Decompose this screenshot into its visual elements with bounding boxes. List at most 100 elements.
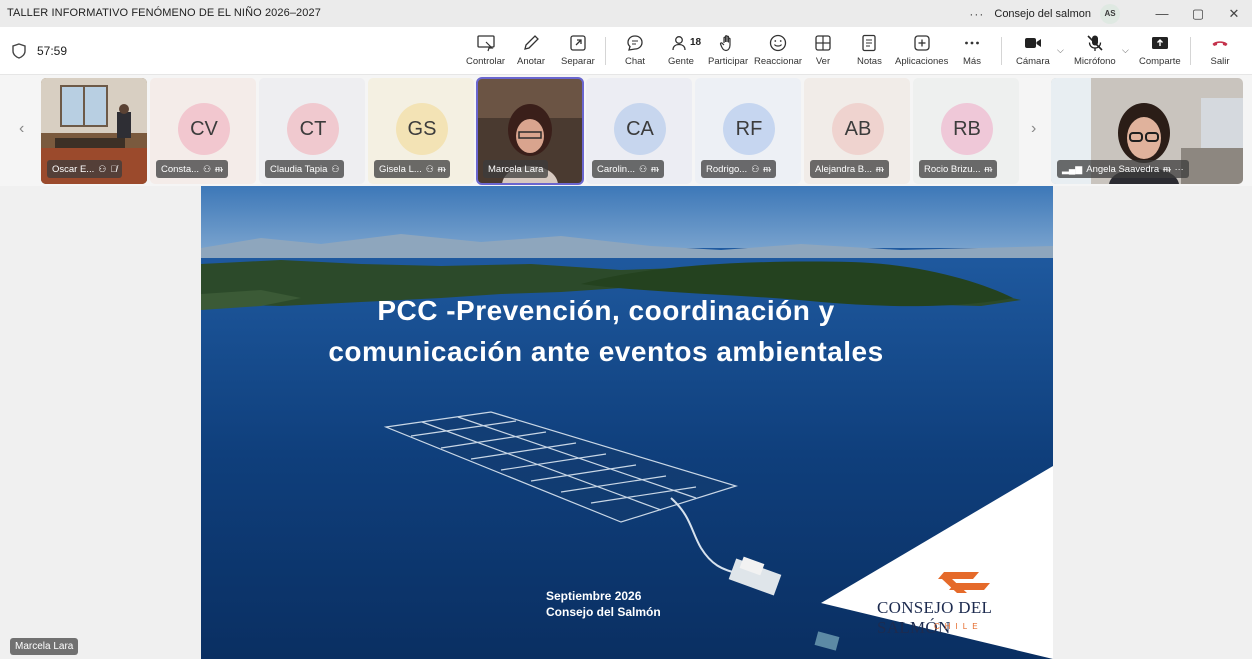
- logo-text: CONSEJO DEL SALMÓN: [877, 598, 992, 637]
- presenter-icon: ⚇: [331, 163, 340, 174]
- grid-icon: [815, 35, 831, 51]
- people-count: 18: [690, 37, 702, 48]
- participant-name-tag: Consta... ⚇ ᵯ: [156, 160, 228, 178]
- camera-button[interactable]: Cámara: [1016, 33, 1050, 67]
- chat-icon: [627, 35, 643, 51]
- people-icon: [672, 36, 686, 51]
- notes-button[interactable]: Notas: [857, 33, 882, 67]
- participant-tile-marcela[interactable]: Marcela Lara: [476, 77, 584, 185]
- mic-off-icon: ᵯ: [1163, 164, 1171, 174]
- annotate-label: Anotar: [517, 56, 545, 67]
- shared-slide: PCC -Prevención, coordinación y comunica…: [201, 186, 1053, 659]
- participant-tile-gisela[interactable]: GS Gisela L... ⚇ ᵯ: [368, 78, 474, 184]
- control-button[interactable]: Controlar: [466, 33, 505, 67]
- slide-title: PCC -Prevención, coordinación y comunica…: [201, 290, 1011, 372]
- more-options-icon[interactable]: ···: [969, 7, 984, 21]
- avatar[interactable]: AS: [1100, 3, 1120, 24]
- more-button[interactable]: Más: [962, 33, 982, 67]
- share-button[interactable]: Comparte: [1139, 33, 1181, 67]
- mic-options-chevron-icon[interactable]: ⌵: [1122, 45, 1129, 56]
- camera-icon: [1024, 38, 1041, 48]
- control-label: Controlar: [466, 56, 506, 67]
- pen-icon: [524, 35, 539, 50]
- participant-name: Marcela Lara: [488, 163, 544, 175]
- participant-tile-carolina[interactable]: CA Carolin... ⚇ ᵯ: [586, 78, 692, 184]
- microphone-label: Micrófono: [1074, 56, 1116, 67]
- popout-label: Separar: [561, 56, 595, 67]
- shield-icon: [12, 43, 26, 59]
- participant-name: Oscar E...: [52, 163, 95, 175]
- participant-initials-avatar: RB: [941, 103, 993, 155]
- apps-button[interactable]: Aplicaciones: [895, 33, 948, 67]
- restore-button[interactable]: ▢: [1180, 0, 1216, 27]
- slide-date: Septiembre 2026: [546, 589, 642, 603]
- participant-name: Alejandra B...: [815, 163, 873, 175]
- presenter-icon: ⚇: [425, 163, 434, 174]
- view-label: Ver: [815, 56, 831, 67]
- share-label: Comparte: [1139, 56, 1181, 67]
- raise-hand-label: Participar: [708, 56, 749, 67]
- chat-button[interactable]: Chat: [625, 33, 645, 67]
- annotate-button[interactable]: Anotar: [517, 33, 545, 67]
- participant-name: Rocio Brizu...: [924, 163, 981, 175]
- more-options-icon[interactable]: ···: [1175, 164, 1184, 174]
- participant-name-tag: Rocio Brizu... ᵯ: [919, 160, 997, 178]
- participant-initials-avatar: AB: [832, 103, 884, 155]
- react-button[interactable]: Reaccionar: [754, 33, 802, 67]
- slide-title-line-2: comunicación ante eventos ambientales: [328, 336, 884, 367]
- camera-options-chevron-icon[interactable]: ⌵: [1057, 45, 1064, 56]
- participant-name: Consta...: [161, 163, 200, 175]
- meeting-toolbar: 57:59 Controlar Anotar Separar Chat 18 G…: [0, 27, 1252, 75]
- mic-off-icon: ᵯ: [651, 164, 659, 174]
- participant-tile-claudia[interactable]: CT Claudia Tapia ⚇: [259, 78, 365, 184]
- apps-label: Aplicaciones: [895, 56, 949, 67]
- scroll-left-chevron-icon[interactable]: ‹: [19, 120, 24, 138]
- window-title: TALLER INFORMATIVO FENÓMENO DE EL NIÑO 2…: [7, 7, 321, 19]
- participant-name-tag: Claudia Tapia ⚇: [265, 160, 345, 178]
- close-window-button[interactable]: ✕: [1216, 0, 1252, 27]
- signal-icon: ▂▄▆: [1062, 163, 1083, 174]
- participant-initials-avatar: CV: [178, 103, 230, 155]
- view-button[interactable]: Ver: [813, 33, 833, 67]
- mic-off-icon: [1087, 35, 1103, 51]
- mic-off-icon: 🎙̸: [110, 164, 118, 174]
- participant-initials-avatar: RF: [723, 103, 775, 155]
- participant-initials-avatar: CT: [287, 103, 339, 155]
- notes-label: Notas: [857, 56, 882, 67]
- title-bar: TALLER INFORMATIVO FENÓMENO DE EL NIÑO 2…: [0, 0, 1252, 27]
- participant-tile-angela[interactable]: ▂▄▆ Angela Saavedra ᵯ ···: [1051, 78, 1243, 184]
- mic-off-icon: ᵯ: [876, 164, 884, 174]
- mic-off-icon: ᵯ: [763, 164, 771, 174]
- people-button[interactable]: 18 Gente: [668, 33, 701, 67]
- participant-name-tag: Marcela Lara: [483, 160, 549, 178]
- participant-tile-constanza[interactable]: CV Consta... ⚇ ᵯ: [150, 78, 256, 184]
- participant-name: Rodrigo...: [706, 163, 748, 175]
- raise-hand-button[interactable]: Participar: [708, 33, 748, 67]
- scroll-right-chevron-icon[interactable]: ›: [1031, 120, 1036, 138]
- minimize-button[interactable]: —: [1144, 0, 1180, 27]
- participant-name: Carolin...: [597, 163, 636, 175]
- popout-icon: [570, 35, 586, 51]
- participant-name: Claudia Tapia: [270, 163, 328, 175]
- participant-name-tag: Oscar E... ⚇ 🎙̸: [47, 160, 123, 178]
- main-stage: PCC -Prevención, coordinación y comunica…: [0, 186, 1252, 659]
- participant-tile-rodrigo[interactable]: RF Rodrigo... ⚇ ᵯ: [695, 78, 801, 184]
- hangup-icon: [1212, 41, 1228, 46]
- org-name: Consejo del salmon: [994, 7, 1091, 20]
- microphone-button[interactable]: Micrófono: [1074, 33, 1116, 67]
- presenter-icon: ⚇: [98, 163, 107, 174]
- participant-tile-rocio[interactable]: RB Rocio Brizu... ᵯ: [913, 78, 1019, 184]
- participant-strip: ‹ Oscar E... ⚇ 🎙̸ CV Consta... ⚇ ᵯ CT Cl…: [0, 75, 1252, 186]
- react-label: Reaccionar: [754, 56, 803, 67]
- camera-label: Cámara: [1016, 56, 1050, 67]
- participant-initials-avatar: CA: [614, 103, 666, 155]
- participant-tile-oscar[interactable]: Oscar E... ⚇ 🎙̸: [41, 78, 147, 184]
- mic-off-icon: ᵯ: [215, 164, 223, 174]
- leave-button[interactable]: Salir: [1210, 33, 1230, 67]
- slide-organization: Consejo del Salmón: [546, 605, 661, 619]
- participant-tile-alejandra[interactable]: AB Alejandra B... ᵯ: [804, 78, 910, 184]
- popout-button[interactable]: Separar: [561, 33, 595, 67]
- slide-title-line-1: PCC -Prevención, coordinación y: [377, 295, 835, 326]
- emoji-icon: [769, 34, 787, 52]
- presenter-icon: ⚇: [203, 163, 212, 174]
